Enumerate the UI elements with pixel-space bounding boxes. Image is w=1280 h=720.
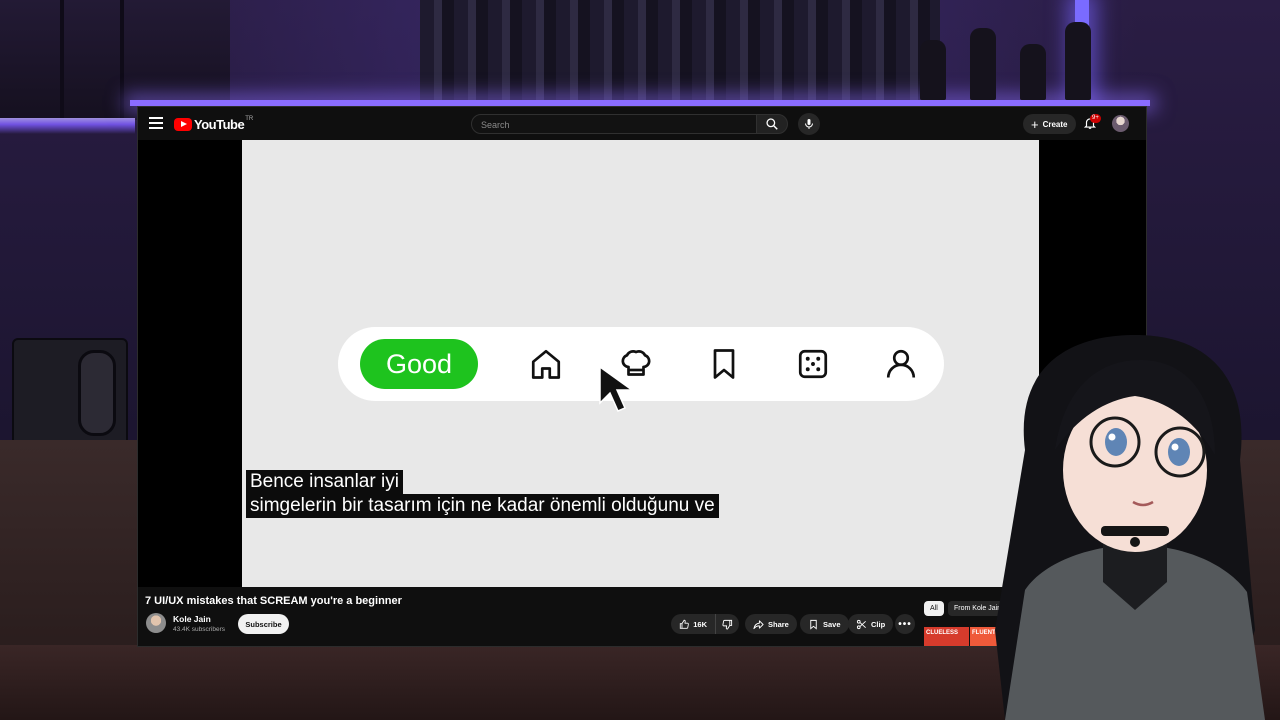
save-button[interactable]: Save <box>800 614 849 634</box>
search-box <box>471 114 757 134</box>
account-avatar[interactable] <box>1112 115 1129 132</box>
logo-text: YouTube <box>194 116 245 132</box>
save-bookmark-icon <box>810 619 817 630</box>
channel-name[interactable]: Kole Jain <box>173 614 211 624</box>
curtain <box>420 0 940 110</box>
search-icon <box>766 118 778 130</box>
thumbnail-label: CLUELESS <box>926 630 959 636</box>
scissors-icon <box>856 619 866 629</box>
speaker <box>12 338 128 446</box>
channel-avatar[interactable] <box>146 613 166 633</box>
caption-line: simgelerin bir tasarım için ne kadar öne… <box>246 494 719 518</box>
search-input[interactable] <box>472 116 741 134</box>
like-button[interactable]: 16K <box>671 614 715 634</box>
more-dots-icon: ••• <box>898 618 912 630</box>
video-frame: Good Bence insanlar iyi simgelerin bir t… <box>242 140 1039 587</box>
clip-button[interactable]: Clip <box>848 614 894 634</box>
logo-country: TR <box>245 116 254 122</box>
related-video-thumbnail[interactable]: CLUELESS <box>924 627 969 646</box>
share-label: Share <box>768 619 789 629</box>
youtube-logo[interactable]: YouTube TR <box>174 116 253 132</box>
nav-pill-good: Good <box>360 339 478 389</box>
share-icon <box>753 619 764 629</box>
demo-bottom-nav: Good <box>338 327 944 401</box>
video-title: 7 UI/UX mistakes that SCREAM you're a be… <box>145 595 402 607</box>
more-actions-button[interactable]: ••• <box>895 614 915 634</box>
like-count: 16K <box>693 619 707 629</box>
save-label: Save <box>823 619 841 629</box>
bookmark-icon <box>713 349 735 379</box>
microphone-icon <box>805 119 813 129</box>
subscriber-count: 43.4K subscribers <box>173 626 226 633</box>
dice-icon <box>798 349 828 379</box>
home-icon <box>531 349 561 379</box>
vtuber-avatar <box>995 335 1265 720</box>
create-label: Create <box>1042 119 1068 129</box>
notification-badge: 9+ <box>1090 114 1101 123</box>
subscribe-button[interactable]: Subscribe <box>238 614 289 634</box>
thumbs-up-icon <box>679 619 689 629</box>
voice-search-button[interactable] <box>798 113 820 135</box>
closed-captions: Bence insanlar iyi simgelerin bir tasarı… <box>246 470 719 518</box>
caption-line: Bence insanlar iyi <box>246 470 403 494</box>
figurines <box>900 20 1130 100</box>
top-bar: YouTube TR + Create <box>138 107 1146 140</box>
user-icon <box>886 349 916 378</box>
plus-icon: + <box>1031 116 1039 132</box>
search-button[interactable] <box>756 114 788 134</box>
led-strip-left <box>0 118 135 134</box>
mouse-cursor-icon <box>599 365 635 412</box>
hamburger-menu-icon[interactable] <box>149 117 163 129</box>
share-button[interactable]: Share <box>745 614 797 634</box>
dislike-button[interactable] <box>715 614 739 634</box>
youtube-play-icon <box>174 117 192 131</box>
clip-label: Clip <box>871 619 886 629</box>
create-button[interactable]: + Create <box>1023 114 1076 134</box>
thumbs-down-icon <box>722 619 733 630</box>
chip-all[interactable]: All <box>924 601 944 616</box>
